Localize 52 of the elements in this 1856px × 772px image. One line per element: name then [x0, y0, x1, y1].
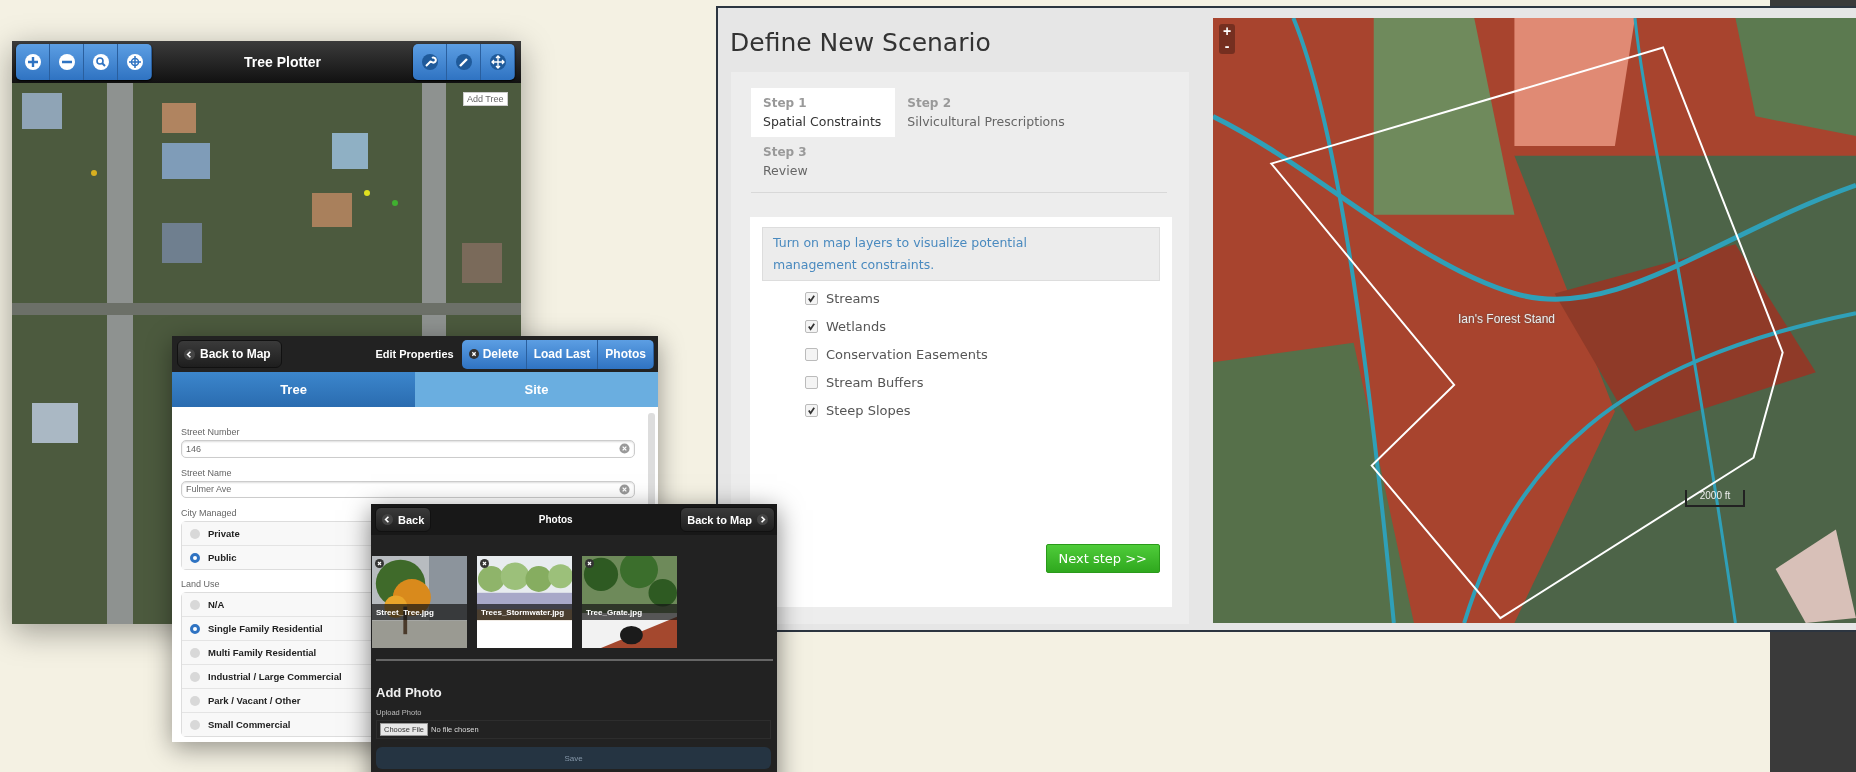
checkbox[interactable] — [805, 376, 818, 389]
minus-icon — [57, 53, 76, 71]
checkbox[interactable] — [805, 348, 818, 361]
checkbox-label: Conservation Easements — [826, 347, 988, 362]
zoom-out-button[interactable] — [50, 44, 84, 80]
option-label: Park / Vacant / Other — [208, 695, 301, 706]
info-notice: Turn on map layers to visualize potential management constraints. — [762, 227, 1160, 281]
pencil-icon — [454, 53, 473, 71]
radio-button[interactable] — [190, 623, 200, 634]
move-icon — [488, 53, 507, 71]
chevron-icon — [757, 514, 768, 525]
checkbox-label: Wetlands — [826, 319, 887, 334]
zoom-search-button[interactable] — [84, 44, 118, 80]
zoom-out-button[interactable]: - — [1219, 39, 1235, 54]
checkbox[interactable] — [805, 404, 818, 417]
checkbox[interactable] — [805, 292, 818, 305]
option-label: Single Family Residential — [208, 623, 323, 634]
add-tree-button[interactable] — [447, 44, 481, 80]
clear-icon — [619, 443, 630, 455]
plus-icon — [23, 53, 42, 71]
zoom-in-button[interactable]: + — [1219, 24, 1235, 39]
checkbox[interactable] — [805, 320, 818, 333]
clear-icon — [619, 483, 630, 495]
app-title: Tree Plotter — [243, 54, 322, 70]
step-tab[interactable]: Step 3 Review — [751, 137, 822, 186]
pan-button[interactable] — [481, 44, 515, 80]
action-button[interactable]: Load Last — [526, 339, 599, 369]
radio-button[interactable] — [190, 671, 200, 682]
photo-caption: Tree_Grate.jpg — [582, 604, 677, 620]
crosshair-icon — [125, 53, 144, 71]
search-icon — [91, 53, 110, 71]
panel-title: Photos — [538, 514, 573, 525]
zoom-in-button[interactable] — [16, 44, 50, 80]
option-label: Small Commercial — [208, 719, 291, 730]
checkbox-label: Streams — [826, 291, 880, 306]
option-label: Multi Family Residential — [208, 647, 317, 658]
radio-button[interactable] — [190, 719, 200, 730]
radio-button[interactable] — [190, 647, 200, 658]
close-icon[interactable] — [585, 559, 594, 568]
step-tab[interactable]: Step 2 Silvicultural Prescriptions — [895, 88, 1079, 137]
back-to-map-button[interactable]: Back to Map — [680, 507, 775, 532]
checkbox-label: Stream Buffers — [826, 375, 924, 390]
option-label: Industrial / Large Commercial — [208, 671, 342, 682]
step-tab[interactable]: Step 1 Spatial Constraints — [751, 88, 896, 137]
map-label: Ian's Forest Stand — [1458, 312, 1555, 326]
locate-button[interactable] — [118, 44, 152, 80]
page-title: Define New Scenario — [730, 28, 992, 57]
checkbox-label: Steep Slopes — [826, 403, 911, 418]
section-title: Add Photo — [376, 685, 443, 700]
action-button[interactable]: Photos — [598, 339, 654, 369]
radio-button[interactable] — [190, 695, 200, 706]
tools-button[interactable] — [413, 44, 447, 80]
